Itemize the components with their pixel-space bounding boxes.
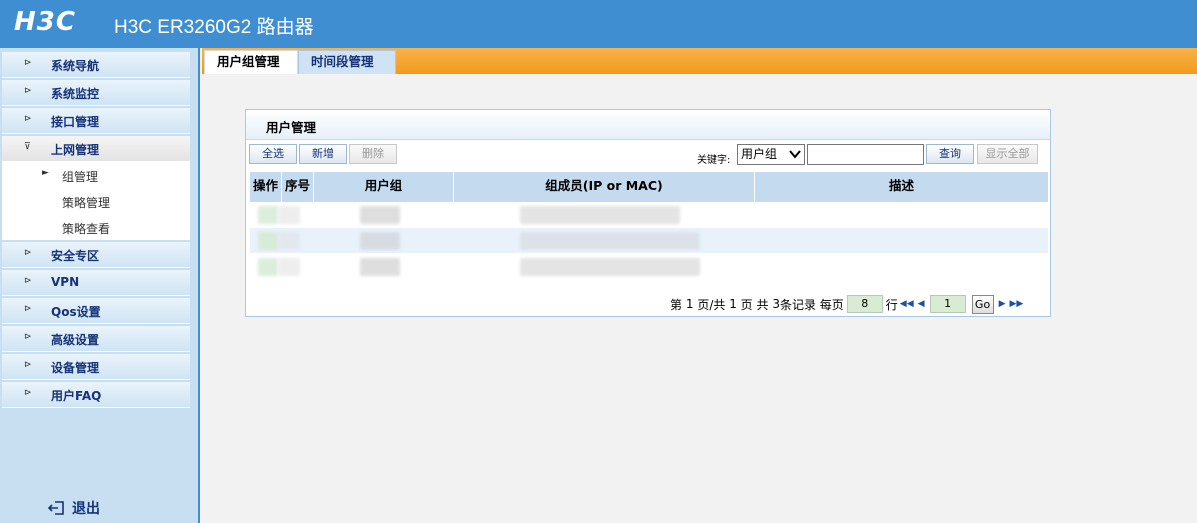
sidebar-item-device[interactable]: ⊳ 设备管理 <box>2 354 190 380</box>
user-mgmt-panel: 用户管理 全选 新增 删除 关键字: 用户组 查询 显示全部 操作 序号 用户组… <box>245 109 1051 317</box>
tab-bar: 用户组管理 时间段管理 <box>202 48 1197 74</box>
panel-title: 用户管理 <box>266 120 317 135</box>
sidebar-item-faq[interactable]: ⊳ 用户FAQ <box>2 382 190 408</box>
subitem-policy-view[interactable]: 策略查看 <box>2 214 190 240</box>
sidebar-item-qos[interactable]: ⊳ Qos设置 <box>2 298 190 324</box>
top-header: H3C H3C ER3260G2 路由器 <box>0 0 1197 48</box>
sidebar-item-label: 系统监控 <box>51 87 100 101</box>
row-members <box>520 258 700 276</box>
row-members <box>520 206 680 224</box>
sidebar-item-label: 安全专区 <box>51 249 100 263</box>
logout-label: 退出 <box>72 501 100 517</box>
subitem-label: 组管理 <box>62 170 99 184</box>
logout-icon <box>47 500 66 516</box>
per-page-input[interactable]: 8 <box>846 295 883 313</box>
row-user-group <box>360 258 400 276</box>
current-marker-icon: ► <box>42 168 49 178</box>
subitem-label: 策略查看 <box>62 222 111 236</box>
first-page-icon[interactable]: ◀◀ <box>900 299 914 309</box>
app-title: H3C ER3260G2 路由器 <box>114 17 314 38</box>
arrow-right-icon: ⊳ <box>24 388 32 398</box>
arrow-right-icon: ⊳ <box>24 58 32 68</box>
sidebar-item-interface[interactable]: ⊳ 接口管理 <box>2 108 190 134</box>
record-count: 3 <box>772 297 780 311</box>
sidebar-item-vpn[interactable]: ⊳ VPN <box>2 270 190 296</box>
keyword-select-value: 用户组 <box>741 147 778 161</box>
subitem-label: 策略管理 <box>62 196 111 210</box>
sidebar-item-system-monitor[interactable]: ⊳ 系统监控 <box>2 80 190 106</box>
prev-page-icon[interactable]: ◀ <box>918 299 925 309</box>
row-user-group <box>360 206 400 224</box>
column-header-action: 操作 <box>250 172 282 202</box>
arrow-down-icon: ⊽ <box>24 142 31 152</box>
next-page-icon[interactable]: ▶ <box>999 299 1006 309</box>
arrow-right-icon: ⊳ <box>24 114 32 124</box>
records-suffix: 条记录 每页 <box>779 297 844 312</box>
panel-header: 用户管理 <box>246 110 1050 140</box>
sidebar-item-label: 系统导航 <box>51 59 100 73</box>
sidebar-item-advanced[interactable]: ⊳ 高级设置 <box>2 326 190 352</box>
subitem-group-mgmt[interactable]: ► 组管理 <box>2 162 190 188</box>
column-header-user-group: 用户组 <box>314 172 454 202</box>
row-checkbox[interactable] <box>258 206 278 224</box>
row-index <box>278 206 300 224</box>
sidebar-item-label: 设备管理 <box>51 361 100 375</box>
go-button[interactable]: Go <box>971 294 994 314</box>
sidebar-item-label: Qos设置 <box>51 305 101 319</box>
sidebar-item-label: 高级设置 <box>51 333 100 347</box>
sidebar: ⊳ 系统导航 ⊳ 系统监控 ⊳ 接口管理 ⊽ 上网管理 ► 组管理 策略管理 策… <box>0 48 200 523</box>
search-button[interactable]: 查询 <box>926 144 974 164</box>
last-page-icon[interactable]: ▶▶ <box>1009 299 1023 309</box>
column-header-description: 描述 <box>888 178 914 193</box>
sidebar-item-label: 用户FAQ <box>51 389 102 403</box>
row-checkbox[interactable] <box>258 258 278 276</box>
sidebar-item-internet-mgmt[interactable]: ⊽ 上网管理 <box>2 136 190 162</box>
row-index <box>278 258 300 276</box>
sidebar-item-label: 上网管理 <box>51 143 100 157</box>
page-suffix: 页 共 <box>740 297 769 312</box>
keyword-select[interactable]: 用户组 <box>737 144 805 165</box>
tab-user-group[interactable]: 用户组管理 <box>204 50 298 74</box>
arrow-right-icon: ⊳ <box>24 276 32 286</box>
keyword-label: 关键字: <box>697 155 731 166</box>
column-header-members: 组成员(IP or MAC) <box>454 172 755 202</box>
subitem-policy-mgmt[interactable]: 策略管理 <box>2 188 190 214</box>
keyword-input[interactable] <box>807 144 924 165</box>
row-user-group <box>360 232 400 250</box>
table-row[interactable] <box>250 228 1048 254</box>
goto-page-input[interactable]: 1 <box>929 295 966 313</box>
total-pages: 1 <box>729 297 737 311</box>
sidebar-item-system-nav[interactable]: ⊳ 系统导航 <box>2 52 190 78</box>
table-row[interactable] <box>250 202 1048 228</box>
page-prefix: 第 <box>670 297 683 312</box>
arrow-right-icon: ⊳ <box>24 248 32 258</box>
sidebar-item-label: VPN <box>51 275 80 289</box>
tab-time-range[interactable]: 时间段管理 <box>298 50 396 74</box>
arrow-right-icon: ⊳ <box>24 304 32 314</box>
chevron-down-icon <box>789 146 801 168</box>
show-all-button[interactable]: 显示全部 <box>977 144 1038 164</box>
row-checkbox[interactable] <box>258 232 278 250</box>
h3c-logo: H3C <box>14 7 76 37</box>
sidebar-item-label: 接口管理 <box>51 115 100 129</box>
arrow-right-icon: ⊳ <box>24 360 32 370</box>
arrow-right-icon: ⊳ <box>24 86 32 96</box>
table-header: 操作 序号 用户组 组成员(IP or MAC) 描述 <box>250 172 1048 202</box>
logout-button[interactable]: 退出 <box>47 498 100 518</box>
sidebar-item-security[interactable]: ⊳ 安全专区 <box>2 242 190 268</box>
add-button[interactable]: 新增 <box>299 144 347 164</box>
arrow-right-icon: ⊳ <box>24 332 32 342</box>
row-members <box>520 232 700 250</box>
delete-button[interactable]: 删除 <box>349 144 397 164</box>
current-page: 1 <box>685 297 694 311</box>
pagination: 第 1 页/共 1 页 共 3 条记录 每页 8 行 ◀◀ ◀ 1 Go ▶ ▶… <box>670 294 1025 314</box>
page-mid: 页/共 <box>697 297 726 312</box>
table-row[interactable] <box>250 254 1048 280</box>
row-index <box>278 232 300 250</box>
select-all-button[interactable]: 全选 <box>249 144 297 164</box>
rows-suffix: 行 <box>885 297 898 312</box>
column-header-index: 序号 <box>282 172 314 202</box>
